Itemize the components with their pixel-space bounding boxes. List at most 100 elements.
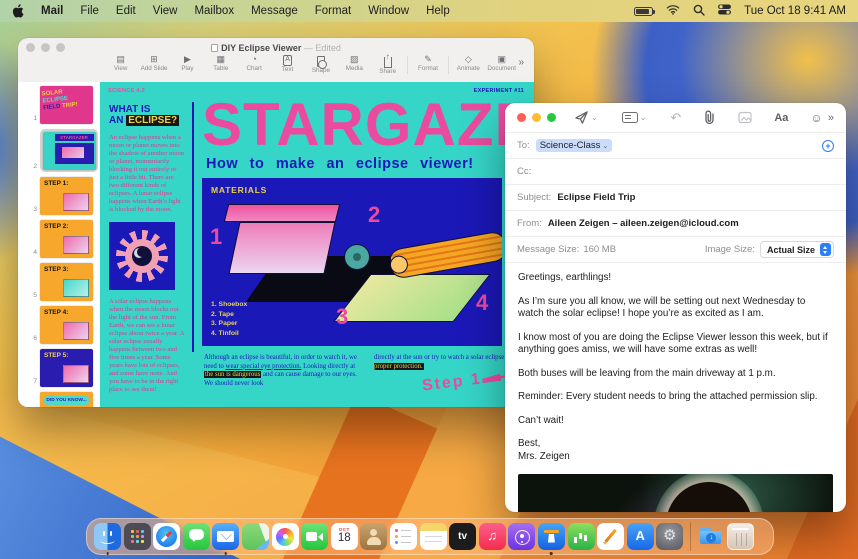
menu-mailbox[interactable]: Mailbox [194,5,234,17]
header-fields-button[interactable] [621,109,638,127]
slide-canvas[interactable]: SCIENCE 4.2 EXPERIMENT #11 WHAT IS AN EC… [100,82,534,407]
dock-icon-safari[interactable] [153,523,181,550]
from-field-row[interactable]: From: Aileen Zeigen – aileen.zeigen@iclo… [505,211,846,237]
slide-thumbnail-5[interactable]: STEP 3: [40,263,93,301]
dock-icon-app-store[interactable]: A [626,523,654,550]
menu-bar-clock[interactable]: Tue Oct 18 9:41 AM [744,5,846,17]
dock-icon-podcasts[interactable] [508,523,536,550]
document-button[interactable]: ▣ Document [485,54,518,72]
control-center-icon[interactable] [718,4,732,18]
dock-icon-downloads[interactable]: ↓ [697,523,724,550]
menu-file[interactable]: File [80,5,99,17]
menu-help[interactable]: Help [426,5,450,17]
mail-toolbar[interactable]: ⌄ ⌄ ↶ Aa ☺ » [505,103,846,133]
dock-icon-system-settings[interactable]: ⚙ [656,523,684,550]
add-recipient-button[interactable]: + [822,139,834,152]
dock-icon-messages[interactable] [182,523,210,550]
dock-icon-pages[interactable] [597,523,625,550]
to-field-row[interactable]: To: Science-Class ⌄ + [505,133,846,159]
dock-icon-mail[interactable] [212,523,240,555]
body-signoff: Best, [518,438,541,449]
slide-thumbnail-6[interactable]: STEP 4: [40,306,93,344]
dock-icon-maps[interactable] [241,523,269,550]
menu-view[interactable]: View [153,5,178,17]
apple-menu-icon[interactable] [12,4,24,18]
minimize-button[interactable] [532,113,541,122]
shape-button[interactable]: Shape [304,54,337,74]
slide-science-label: SCIENCE 4.2 [108,88,145,94]
slide-thumbnail-row[interactable]: DID YOU KNOW... [28,392,100,407]
attach-button[interactable] [703,109,716,127]
dock-icon-photos[interactable] [271,523,299,550]
subject-field-row[interactable]: Subject: Eclipse Field Trip [505,185,846,211]
slide-thumbnail-row[interactable]: 2 STARGAZER [28,129,100,172]
close-button[interactable] [517,113,526,122]
slide-thumbnail-row[interactable]: 4 STEP 2: [28,220,100,258]
from-value[interactable]: Aileen Zeigen – aileen.zeigen@icloud.com [548,218,739,229]
send-options-chevron[interactable]: ⌄ [591,113,598,122]
menu-edit[interactable]: Edit [116,5,136,17]
dock-icon-contacts[interactable] [360,523,388,550]
download-arrow-icon: ↓ [706,533,717,543]
slide-thumbnail-row[interactable]: 5 STEP 3: [28,263,100,301]
wifi-icon[interactable] [666,4,680,18]
dock-icon-keynote[interactable] [537,523,565,555]
animate-button[interactable]: ◇ Animate [452,54,485,72]
chart-button[interactable]: ◔ Chart [238,54,271,72]
text-button[interactable]: A Text [271,54,304,73]
zoom-button[interactable] [547,113,556,122]
search-icon[interactable] [693,4,705,19]
play-button[interactable]: ▶ Play [171,54,204,72]
menu-window[interactable]: Window [368,5,409,17]
mail-toolbar-overflow-chevron[interactable]: » [828,112,834,124]
toolbar-overflow-chevron[interactable]: » [518,54,524,68]
share-button[interactable]: Share [371,51,404,75]
keynote-window-title: DIY Eclipse Viewer — Edited [18,43,534,53]
dock-icon-finder[interactable] [94,523,121,555]
token-chevron-icon: ⌄ [602,143,609,150]
undo-button[interactable]: ↶ [670,109,681,127]
dock-icon-facetime[interactable] [301,523,329,550]
image-size-dropdown[interactable]: Actual Size [759,241,834,258]
format-button[interactable]: Aa [774,109,788,127]
dock-icon-music[interactable]: ♫ [478,523,506,550]
message-size-value: 160 MB [583,244,617,255]
view-icon: ▤ [116,54,125,64]
menu-format[interactable]: Format [315,5,351,17]
header-fields-chevron[interactable]: ⌄ [640,113,647,122]
add-slide-button[interactable]: ⊞ Add Slide [137,54,170,72]
slide-thumbnail-row[interactable]: 6 STEP 4: [28,306,100,344]
table-button[interactable]: ▦ Table [204,54,237,72]
slide-thumbnail-8[interactable]: DID YOU KNOW... [40,392,93,407]
dock-icon-calendar[interactable]: OCT 18 [330,523,358,550]
slide-thumbnail-1[interactable]: SOLAR ECLIPSE FIELD TRIP! [40,86,93,124]
slide-thumbnail-4[interactable]: STEP 2: [40,220,93,258]
slide-thumbnail-row[interactable]: 1 SOLAR ECLIPSE FIELD TRIP! [28,86,100,124]
menu-mail[interactable]: Mail [41,5,63,17]
recipient-token[interactable]: Science-Class ⌄ [535,139,613,152]
send-button[interactable] [574,109,589,127]
slide-thumbnail-3[interactable]: STEP 1: [40,177,93,215]
dock-icon-apple-tv[interactable]: tv [449,523,477,550]
slide-thumbnail-row[interactable]: 7 STEP 5: [28,349,100,387]
keynote-title-bar[interactable]: DIY Eclipse Viewer — Edited [18,38,534,53]
dock-icon-launchpad[interactable] [123,523,151,550]
slide-thumbnail-2-selected[interactable]: STARGAZER [42,131,96,170]
battery-icon[interactable] [634,6,656,16]
cc-field-row[interactable]: Cc: [505,159,846,185]
message-body[interactable]: Greetings, earthlings! As I’m sure you a… [505,263,846,463]
dock-icon-notes[interactable] [419,523,447,550]
insert-photo-button[interactable] [738,109,752,127]
emoji-button[interactable]: ☺ [810,109,822,127]
dock-icon-trash[interactable] [727,523,755,550]
view-button[interactable]: ▤ View [104,54,137,72]
eclipse-photo-attachment[interactable] [518,474,833,512]
menu-message[interactable]: Message [251,5,298,17]
dock-icon-reminders[interactable] [389,523,417,550]
dock-icon-numbers[interactable] [567,523,595,550]
slide-thumbnail-7[interactable]: STEP 5: [40,349,93,387]
slide-thumbnail-row[interactable]: 3 STEP 1: [28,177,100,215]
media-button[interactable]: ▨ Media [338,54,371,72]
subject-value[interactable]: Eclipse Field Trip [557,192,635,203]
format-button[interactable]: ✎ Format [411,54,444,72]
